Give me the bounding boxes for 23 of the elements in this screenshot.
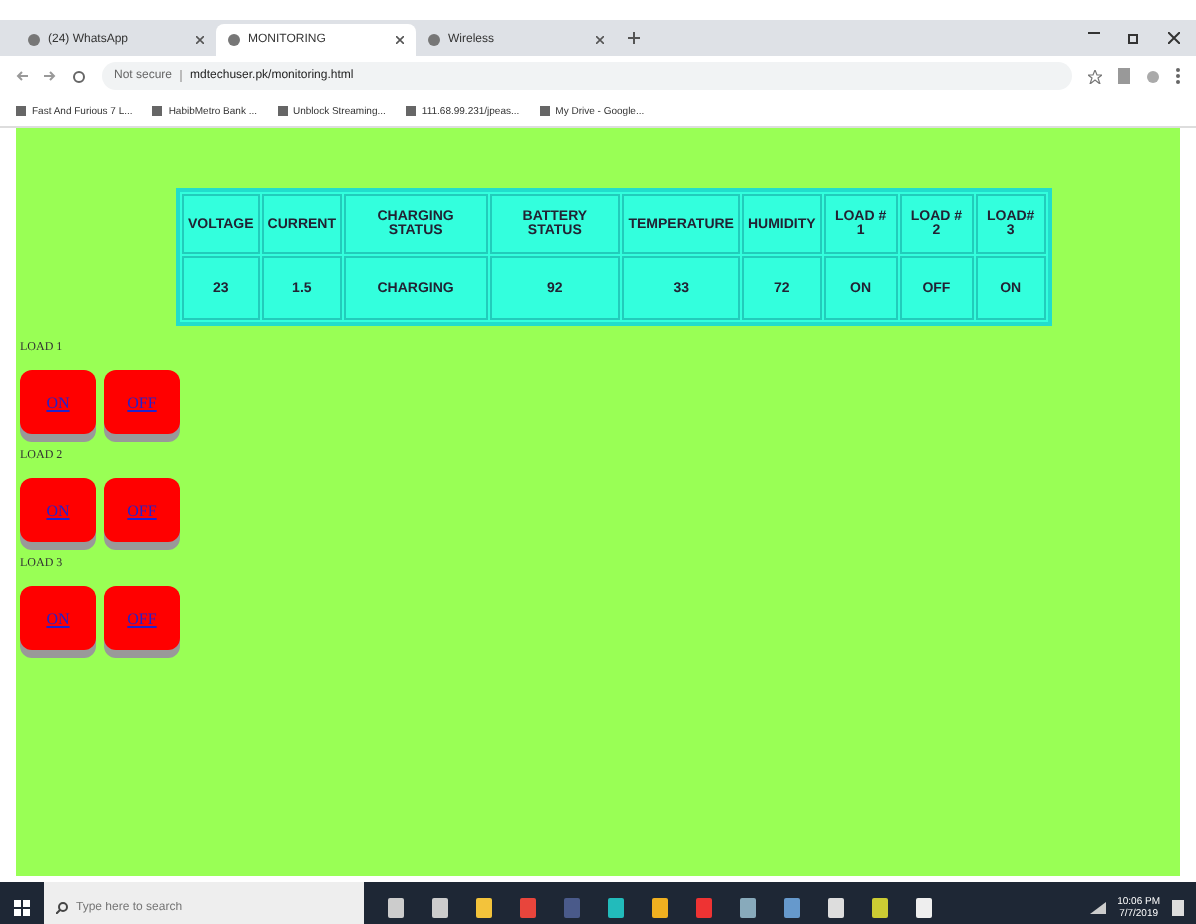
close-icon[interactable] (1168, 32, 1180, 44)
forward-icon[interactable] (44, 70, 56, 82)
search-icon (56, 901, 68, 913)
app-icon[interactable] (608, 897, 624, 917)
app-icon[interactable] (652, 897, 668, 917)
close-tab-icon[interactable] (396, 36, 404, 44)
reload-icon[interactable] (72, 69, 86, 83)
app-icon[interactable] (388, 897, 404, 917)
windows-icon[interactable] (14, 899, 30, 915)
close-tab-icon[interactable] (196, 36, 204, 44)
app-icon[interactable] (476, 897, 492, 917)
close-tab-icon[interactable] (596, 36, 604, 44)
star-icon[interactable] (1088, 69, 1102, 83)
notification-icon[interactable] (1172, 899, 1184, 915)
app-icon[interactable] (740, 897, 756, 917)
app-icon[interactable] (828, 897, 844, 917)
back-icon[interactable] (16, 70, 28, 82)
restore-icon[interactable] (1128, 32, 1140, 44)
network-icon (1089, 901, 1106, 913)
app-icon[interactable] (916, 897, 932, 917)
app-icon[interactable] (432, 897, 448, 917)
new-tab-icon[interactable] (628, 32, 640, 44)
app-icon[interactable] (872, 897, 888, 917)
